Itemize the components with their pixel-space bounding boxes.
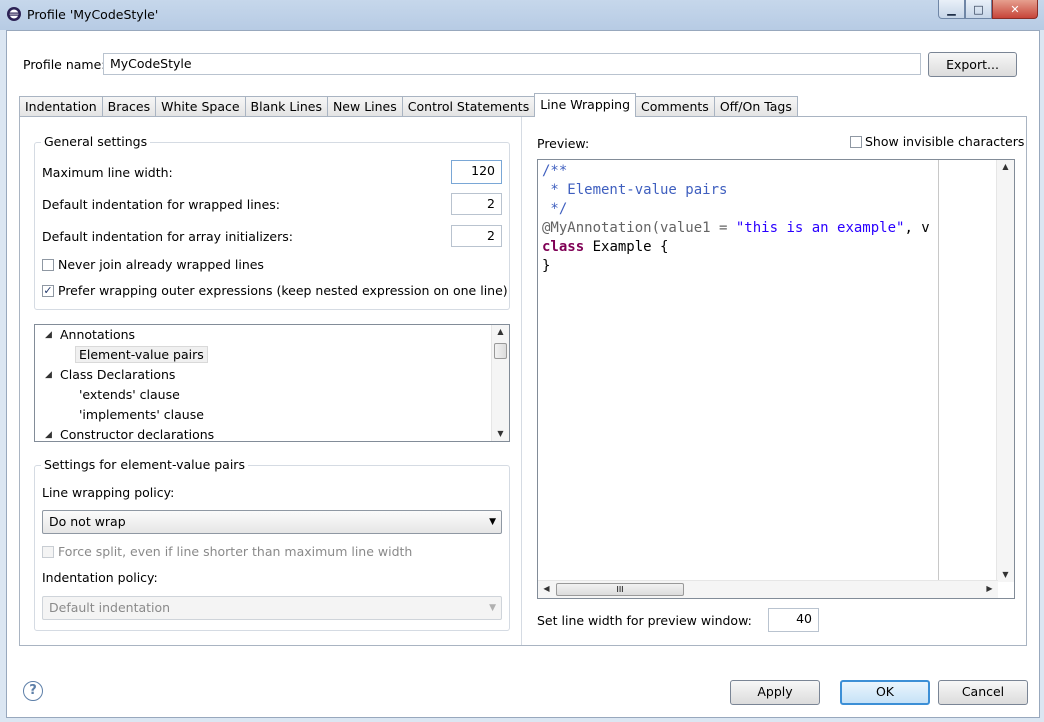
scrollbar-thumb[interactable] [494,343,507,359]
apply-button[interactable]: Apply [730,680,820,705]
general-settings-title: General settings [41,134,151,149]
tree-item-element-value-pairs[interactable]: Element-value pairs [75,345,208,365]
tree-item-extends-clause[interactable]: 'extends' clause [79,385,180,405]
show-invisible-label: Show invisible characters [865,134,1025,149]
prefer-outer-label: Prefer wrapping outer expressions (keep … [58,283,508,298]
expand-arrow-icon[interactable]: ◢ [45,365,52,385]
general-settings-group: General settings Maximum line width: 120… [34,134,510,310]
print-margin-line [938,160,939,580]
force-split-label: Force split, even if line shorter than m… [58,544,413,559]
tab-bar: Indentation Braces White Space Blank Lin… [19,93,798,117]
tab-control-statements[interactable]: Control Statements [401,96,536,116]
array-indent-input[interactable]: 2 [451,225,502,247]
tab-line-wrapping[interactable]: Line Wrapping [534,93,637,117]
tab-blank-lines[interactable]: Blank Lines [244,96,328,116]
never-join-checkbox[interactable] [42,259,54,271]
scroll-up-icon[interactable]: ▲ [997,160,1014,174]
scroll-up-icon[interactable]: ▲ [492,325,509,339]
tab-braces[interactable]: Braces [101,96,157,116]
window-title: Profile 'MyCodeStyle' [27,7,159,22]
minimize-button[interactable]: ▁ [938,0,965,19]
tab-new-lines[interactable]: New Lines [326,96,403,116]
indentation-policy-label: Indentation policy: [42,570,158,585]
prefer-outer-checkbox[interactable]: ✓ [42,285,54,297]
preview-line-width-label: Set line width for preview window: [537,613,752,628]
element-settings-title: Settings for element-value pairs [41,457,248,472]
panel-divider [521,117,522,645]
scroll-down-icon[interactable]: ▼ [997,568,1014,582]
preview-horizontal-scrollbar[interactable]: ◀ III ▶ [538,580,998,598]
tree-item-implements-clause[interactable]: 'implements' clause [79,405,204,425]
ok-button[interactable]: OK [840,680,930,705]
max-line-width-label: Maximum line width: [42,165,173,180]
line-wrapping-panel: General settings Maximum line width: 120… [19,116,1027,646]
maximize-button[interactable]: □ [965,0,992,19]
eclipse-app-icon [7,7,21,21]
dropdown-arrow-icon: ▼ [489,517,496,527]
tab-off-on-tags[interactable]: Off/On Tags [713,96,798,116]
expand-arrow-icon[interactable]: ◢ [45,325,52,345]
preview-vertical-scrollbar[interactable]: ▲ ▼ [996,160,1014,582]
preview-line-width-input[interactable]: 40 [768,608,819,632]
force-split-checkbox[interactable] [42,546,54,558]
preview-editor[interactable]: /** * Element-value pairs */ @MyAnnotati… [537,159,1015,599]
element-settings-group: Settings for element-value pairs Line wr… [34,457,510,631]
cancel-button[interactable]: Cancel [938,680,1028,705]
never-join-label: Never join already wrapped lines [58,257,264,272]
tab-comments[interactable]: Comments [635,96,715,116]
help-icon[interactable]: ? [23,681,43,701]
expand-arrow-icon[interactable]: ◢ [45,425,52,441]
dialog-client: Profile name: MyCodeStyle Export... Inde… [6,30,1040,718]
tree-vertical-scrollbar[interactable]: ▲ ▼ [491,325,509,441]
preview-label: Preview: [537,136,590,151]
export-button[interactable]: Export... [928,52,1017,77]
wrapped-indent-input[interactable]: 2 [451,193,502,215]
array-indent-label: Default indentation for array initialize… [42,229,293,244]
wrapping-category-tree: ◢ Annotations Element-value pairs ◢ Clas… [34,324,510,442]
indentation-policy-select[interactable]: Default indentation ▼ [42,596,502,620]
line-wrapping-policy-select[interactable]: Do not wrap ▼ [42,510,502,534]
dropdown-arrow-icon: ▼ [489,603,496,613]
show-invisible-checkbox[interactable] [850,136,862,148]
wrapped-indent-label: Default indentation for wrapped lines: [42,197,281,212]
close-button[interactable]: ✕ [992,0,1038,19]
max-line-width-input[interactable]: 120 [451,160,502,184]
scroll-down-icon[interactable]: ▼ [492,427,509,441]
title-bar: Profile 'MyCodeStyle' ▁ □ ✕ [0,0,1044,30]
line-wrapping-policy-label: Line wrapping policy: [42,485,175,500]
scroll-left-icon[interactable]: ◀ [538,582,555,596]
tab-white-space[interactable]: White Space [155,96,246,116]
horizontal-scrollbar-thumb[interactable]: III [556,583,684,596]
profile-name-input[interactable]: MyCodeStyle [103,53,921,75]
profile-name-label: Profile name: [23,57,106,72]
tab-indentation[interactable]: Indentation [19,96,103,116]
scroll-right-icon[interactable]: ▶ [981,582,998,596]
preview-code: /** * Element-value pairs */ @MyAnnotati… [542,163,930,274]
